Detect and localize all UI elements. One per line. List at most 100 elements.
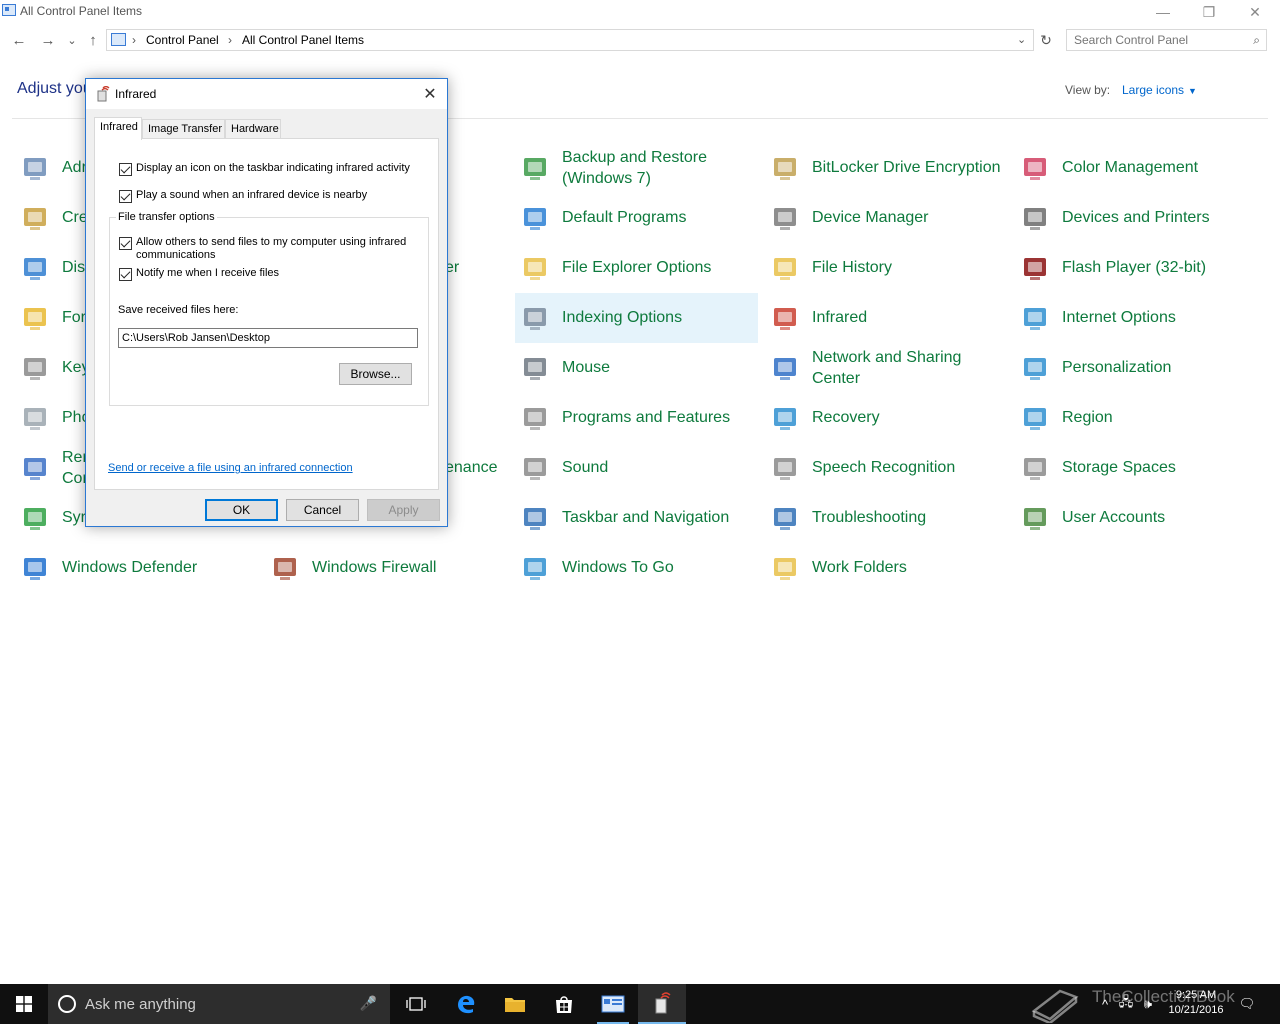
notify-option[interactable]: Notify me when I receive files xyxy=(119,267,279,281)
play-sound-checkbox[interactable] xyxy=(119,190,132,203)
taskbar-icon-checkbox[interactable] xyxy=(119,163,132,176)
cortana-search-box[interactable]: Ask me anything 🎤 xyxy=(48,984,390,1024)
allow-send-checkbox[interactable] xyxy=(119,237,132,250)
bitlocker-icon xyxy=(774,158,796,180)
cp-item-taskbar-and-navigation[interactable]: Taskbar and Navigation xyxy=(515,493,758,543)
taskbar: Ask me anything 🎤 TheCollectionBook ^ 🖧 … xyxy=(0,984,1280,1024)
task-view-button[interactable] xyxy=(392,984,440,1024)
cp-item-label: Personalization xyxy=(1062,359,1172,376)
cp-item-windows-to-go[interactable]: Windows To Go xyxy=(515,543,758,593)
file-transfer-group: File transfer options Allow others to se… xyxy=(109,211,429,406)
cp-item-indexing-options[interactable]: Indexing Options xyxy=(515,293,758,343)
tab-infrared[interactable]: Infrared xyxy=(94,117,142,140)
save-path-field[interactable] xyxy=(118,328,418,348)
infrared-icon xyxy=(97,86,110,102)
cp-item-label: Windows Firewall xyxy=(312,559,437,576)
taskbar-file-explorer[interactable] xyxy=(491,984,539,1024)
start-button[interactable] xyxy=(0,984,48,1024)
cp-item-sound[interactable]: Sound xyxy=(515,443,758,493)
dialog-close-button[interactable]: ✕ xyxy=(417,82,443,106)
search-input[interactable] xyxy=(1074,33,1244,47)
up-button[interactable]: ↑ xyxy=(83,30,103,50)
cp-item-mouse[interactable]: Mouse xyxy=(515,343,758,393)
cp-item-label: Infrared xyxy=(812,309,868,326)
cp-item-speech-recognition[interactable]: Speech Recognition xyxy=(765,443,1008,493)
keyboard-icon xyxy=(24,358,46,380)
play-sound-label: Play a sound when an infrared device is … xyxy=(136,189,368,201)
close-button[interactable]: ✕ xyxy=(1232,0,1278,24)
view-by-dropdown[interactable]: Large icons ▼ xyxy=(1122,83,1197,97)
cp-item-label: Network and Sharing Center xyxy=(812,349,962,387)
search-box[interactable]: ⌕ xyxy=(1066,29,1267,51)
cp-item-personalization[interactable]: Personalization xyxy=(1015,343,1258,393)
cp-item-internet-options[interactable]: Internet Options xyxy=(1015,293,1258,343)
page-heading: Adjust you xyxy=(17,80,92,97)
recent-locations-button[interactable]: ⌄ xyxy=(62,30,82,50)
cp-item-windows-firewall[interactable]: Windows Firewall xyxy=(265,543,508,593)
tab-image-transfer[interactable]: Image Transfer xyxy=(142,119,225,139)
sound-icon xyxy=(524,458,546,480)
address-box[interactable]: › Control Panel › All Control Panel Item… xyxy=(106,29,1034,51)
show-hidden-icons[interactable]: ^ xyxy=(1096,984,1114,1024)
cp-item-troubleshooting[interactable]: Troubleshooting xyxy=(765,493,1008,543)
cp-item-storage-spaces[interactable]: Storage Spaces xyxy=(1015,443,1258,493)
play-sound-option[interactable]: Play a sound when an infrared device is … xyxy=(119,189,367,203)
cp-item-device-manager[interactable]: Device Manager xyxy=(765,193,1008,243)
cp-item-user-accounts[interactable]: User Accounts xyxy=(1015,493,1258,543)
taskbar-infrared[interactable] xyxy=(638,984,686,1024)
network-icon[interactable]: 🖧 xyxy=(1116,984,1136,1024)
tab-hardware[interactable]: Hardware xyxy=(225,119,281,139)
cp-item-windows-defender[interactable]: Windows Defender xyxy=(15,543,258,593)
cp-item-label: Device Manager xyxy=(812,209,929,226)
cp-item-region[interactable]: Region xyxy=(1015,393,1258,443)
browse-button[interactable]: Browse... xyxy=(339,363,412,385)
cp-item-default-programs[interactable]: Default Programs xyxy=(515,193,758,243)
breadcrumb-control-panel[interactable]: Control Panel xyxy=(146,33,219,47)
cp-item-flash-player-32-bit[interactable]: Flash Player (32-bit) xyxy=(1015,243,1258,293)
personalization-icon xyxy=(1024,358,1046,380)
cp-item-network-and-sharing-center[interactable]: Network and Sharing Center xyxy=(765,343,1008,393)
cp-item-devices-and-printers[interactable]: Devices and Printers xyxy=(1015,193,1258,243)
breadcrumb-all-items[interactable]: All Control Panel Items xyxy=(242,33,364,47)
back-button[interactable]: ← xyxy=(9,30,29,50)
color-management-icon xyxy=(1024,158,1046,180)
cancel-button[interactable]: Cancel xyxy=(286,499,359,521)
allow-send-option[interactable]: Allow others to send files to my compute… xyxy=(119,236,409,262)
cp-item-color-management[interactable]: Color Management xyxy=(1015,143,1258,193)
taskbar-clock[interactable]: 9:25 AM 10/21/2016 xyxy=(1160,988,1232,1018)
breadcrumb-separator-icon: › xyxy=(228,33,232,47)
infrared-transfer-link[interactable]: Send or receive a file using an infrared… xyxy=(108,462,353,474)
taskbar-icon-option[interactable]: Display an icon on the taskbar indicatin… xyxy=(119,162,410,176)
phone-and-modem-icon xyxy=(24,408,46,430)
ok-button[interactable]: OK xyxy=(205,499,278,521)
window-title: All Control Panel Items xyxy=(20,4,143,18)
forward-button[interactable]: → xyxy=(38,30,58,50)
cp-item-label: Internet Options xyxy=(1062,309,1176,326)
cp-item-label: Color Management xyxy=(1062,159,1199,176)
volume-icon[interactable]: 🕪 xyxy=(1138,984,1158,1024)
restore-button[interactable]: ❐ xyxy=(1186,0,1232,24)
cp-item-recovery[interactable]: Recovery xyxy=(765,393,1008,443)
cp-item-work-folders[interactable]: Work Folders xyxy=(765,543,1008,593)
microphone-icon[interactable]: 🎤 xyxy=(360,995,377,1012)
notify-checkbox[interactable] xyxy=(119,268,132,281)
cp-item-bitlocker-drive-encryption[interactable]: BitLocker Drive Encryption xyxy=(765,143,1008,193)
taskbar-edge[interactable] xyxy=(442,984,490,1024)
taskbar-control-panel[interactable] xyxy=(589,984,637,1024)
cp-item-infrared[interactable]: Infrared xyxy=(765,293,1008,343)
cp-item-file-history[interactable]: File History xyxy=(765,243,1008,293)
action-center-icon[interactable]: 🗨 xyxy=(1234,984,1260,1024)
cp-item-label: Recovery xyxy=(812,409,880,426)
search-icon[interactable]: ⌕ xyxy=(1253,33,1260,48)
cp-item-backup-and-restore-windows-7[interactable]: Backup and Restore (Windows 7) xyxy=(515,143,758,193)
cp-item-programs-and-features[interactable]: Programs and Features xyxy=(515,393,758,443)
cp-item-file-explorer-options[interactable]: File Explorer Options xyxy=(515,243,758,293)
apply-button[interactable]: Apply xyxy=(367,499,440,521)
minimize-button[interactable]: — xyxy=(1140,0,1186,24)
cp-item-label: Default Programs xyxy=(562,209,687,226)
administrative-tools-icon xyxy=(24,158,46,180)
refresh-button[interactable]: ↻ xyxy=(1036,30,1056,50)
address-dropdown-icon[interactable]: ⌄ xyxy=(1017,33,1026,46)
taskbar-store[interactable] xyxy=(540,984,588,1024)
infrared-dialog: Infrared ✕ Infrared Image Transfer Hardw… xyxy=(85,78,448,527)
